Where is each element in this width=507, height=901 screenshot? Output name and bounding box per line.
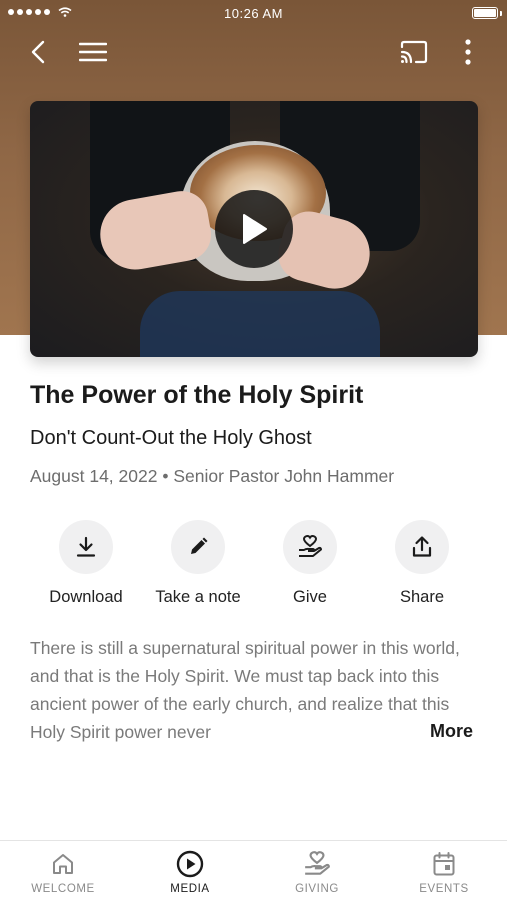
hamburger-menu-icon	[79, 42, 107, 62]
tab-media[interactable]: MEDIA	[127, 841, 253, 901]
give-label: Give	[293, 588, 327, 606]
take-a-note-button[interactable]: Take a note	[142, 520, 254, 607]
video-player[interactable]	[30, 101, 478, 357]
battery-icon	[472, 7, 498, 19]
sermon-meta: August 14, 2022 • Senior Pastor John Ham…	[30, 466, 395, 486]
calendar-icon	[433, 852, 455, 876]
download-icon	[76, 536, 96, 557]
play-icon	[243, 214, 267, 244]
download-label: Download	[49, 588, 123, 606]
chevron-left-icon	[31, 40, 45, 64]
take-a-note-label: Take a note	[155, 588, 241, 606]
more-link[interactable]: More	[430, 721, 473, 742]
status-time: 10:26 AM	[224, 6, 283, 21]
action-bar: Download Take a note Give Share	[30, 520, 478, 615]
giving-hand-heart-icon	[299, 535, 322, 557]
menu-button[interactable]	[73, 32, 113, 72]
home-icon	[53, 854, 73, 874]
share-icon	[412, 536, 432, 557]
download-button[interactable]: Download	[30, 520, 142, 607]
more-options-button[interactable]	[448, 32, 488, 72]
sermon-subtitle: Don't Count-Out the Holy Ghost	[30, 427, 312, 449]
status-bar: 10:26 AM	[0, 0, 507, 26]
cast-button[interactable]	[394, 32, 434, 72]
tab-welcome[interactable]: WELCOME	[0, 841, 126, 901]
share-button[interactable]: Share	[366, 520, 478, 607]
tab-events[interactable]: EVENTS	[381, 841, 507, 901]
play-button[interactable]	[215, 190, 293, 268]
pencil-icon	[191, 537, 208, 554]
cast-icon	[400, 40, 428, 64]
share-label: Share	[399, 588, 445, 606]
bottom-tab-bar: WELCOME MEDIA GIVING EVENTS	[0, 840, 507, 901]
give-button[interactable]: Give	[254, 520, 366, 607]
vertical-dots-icon	[465, 39, 471, 65]
tab-giving[interactable]: GIVING	[254, 841, 380, 901]
back-button[interactable]	[18, 32, 58, 72]
sermon-title: The Power of the Holy Spirit	[30, 381, 364, 409]
giving-hand-heart-icon	[305, 851, 330, 875]
top-navigation-bar	[0, 30, 507, 74]
play-circle-icon	[176, 850, 204, 878]
